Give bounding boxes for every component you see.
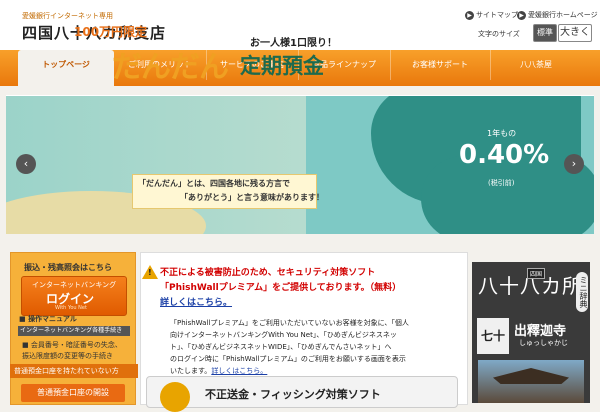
login-button-en[interactable]: With You Net <box>55 305 87 311</box>
arrow-right-icon: ▶ <box>465 10 474 20</box>
procedure-link-line[interactable]: 振込限度額の変更等の手続き <box>22 351 113 361</box>
alert-line: 不正による被害防止のため、セキュリティ対策ソフト <box>160 268 376 278</box>
nav-item-support[interactable]: お客様サポート <box>390 50 491 80</box>
open-account-button[interactable]: 普通預金口座の開設 <box>21 384 125 402</box>
phishwall-box-title[interactable]: 不正送金・フィッシング対策ソフト <box>205 386 381 402</box>
nav-item-teahouse[interactable]: 八八茶屋 <box>490 50 582 80</box>
procedure-link[interactable]: ■ 会員番号・暗証番号の失念、 <box>22 340 122 350</box>
temple-name: 出釋迦寺 <box>514 324 567 339</box>
notice-body-line: のログイン時に「PhishWallプレミアム」のご利用をお願いする画面を表示 <box>170 354 406 364</box>
sitemap-link-label[interactable]: サイトマップ <box>476 11 518 19</box>
sitemap-link[interactable]: ▶ サイトマップ <box>465 10 518 20</box>
banner-one-time-text: お一人様1口限り！ <box>250 38 337 49</box>
shikoku-badge: 四国 <box>527 268 546 279</box>
notice-body-text: いたします。 <box>170 367 212 375</box>
font-size-standard-button[interactable]: 標準 <box>533 24 557 42</box>
rate-note: (税引前) <box>488 179 515 187</box>
notice-body-line: 「PhishWallプレミアム」をご利用いただいていないお客様を対象に、「個人 <box>170 319 409 327</box>
font-size-large-button[interactable]: 大きく <box>558 24 592 42</box>
notice-body-line: いたします。詳しくはこちら。 <box>170 366 267 376</box>
notice-details-link[interactable]: 詳しくはこちら。 <box>211 367 267 375</box>
arrow-right-icon: ▶ <box>517 10 526 20</box>
bank-home-link[interactable]: ▶ 愛媛銀行ホームページ <box>517 10 598 20</box>
banner-product-name: だんだん <box>112 50 229 85</box>
temple-number: 七十三 <box>477 318 509 379</box>
banner-deposit-text: 定期預金 <box>240 54 324 78</box>
mini-dictionary-tag: ミニ辞典 <box>576 272 588 312</box>
bank-home-link-label[interactable]: 愛媛銀行ホームページ <box>528 11 598 19</box>
sidebar-heading: 振込・残高照会はこちら <box>24 263 112 272</box>
manual-link-label[interactable]: 操作マニュアル <box>28 315 77 323</box>
manual-link[interactable]: ■ 操作マニュアル <box>19 314 77 324</box>
rate-value: 0.40% <box>459 140 550 170</box>
notice-body-line: ト」、「ひめぎんビジネスネットWIDE」、「ひめぎんでんさいネット」へ <box>170 343 392 351</box>
temple-reading: しゅっしゃかじ <box>519 339 568 347</box>
login-button-caption[interactable]: インターネットバンキング <box>32 280 116 290</box>
alert-line: 「PhishWallプレミアム」をご提供しております。（無料） <box>160 283 402 293</box>
notice-body-text: のログイン時に「PhishWallプレミアム」のご利用をお願いする画面を表示 <box>170 355 406 363</box>
banner-description-line: 「だんだん」とは、四国各地に残る方言で <box>138 179 290 188</box>
font-size-label: 文字のサイズ <box>478 30 520 38</box>
nav-item-top[interactable]: トップページ <box>18 50 114 86</box>
rate-term: 1年もの <box>487 129 517 138</box>
brand-subtitle: 愛媛銀行インターネット専用 <box>22 12 113 20</box>
notice-body-line: 向けインターネットバンキングWith You Net」、「ひめぎんビジネスネッ <box>170 331 397 339</box>
banner-limited-text: 100万円限定 <box>74 25 148 39</box>
alert-details-link[interactable]: 詳しくはこちら。 <box>160 295 232 308</box>
procedures-bar: インターネットバンキング各種手続き <box>18 326 130 336</box>
procedure-link-line[interactable]: 会員番号・暗証番号の失念、 <box>31 341 122 349</box>
banner-description-line: 「ありがとう」と言う意味があります！ <box>180 193 324 202</box>
carousel-prev-button[interactable]: ‹ <box>16 154 36 174</box>
phishwall-logo-icon <box>160 382 190 412</box>
no-account-banner: 普通預金口座を持たれていない方 <box>10 364 138 378</box>
carousel-next-button[interactable]: › <box>564 154 584 174</box>
warning-icon-mark: ! <box>148 268 152 277</box>
